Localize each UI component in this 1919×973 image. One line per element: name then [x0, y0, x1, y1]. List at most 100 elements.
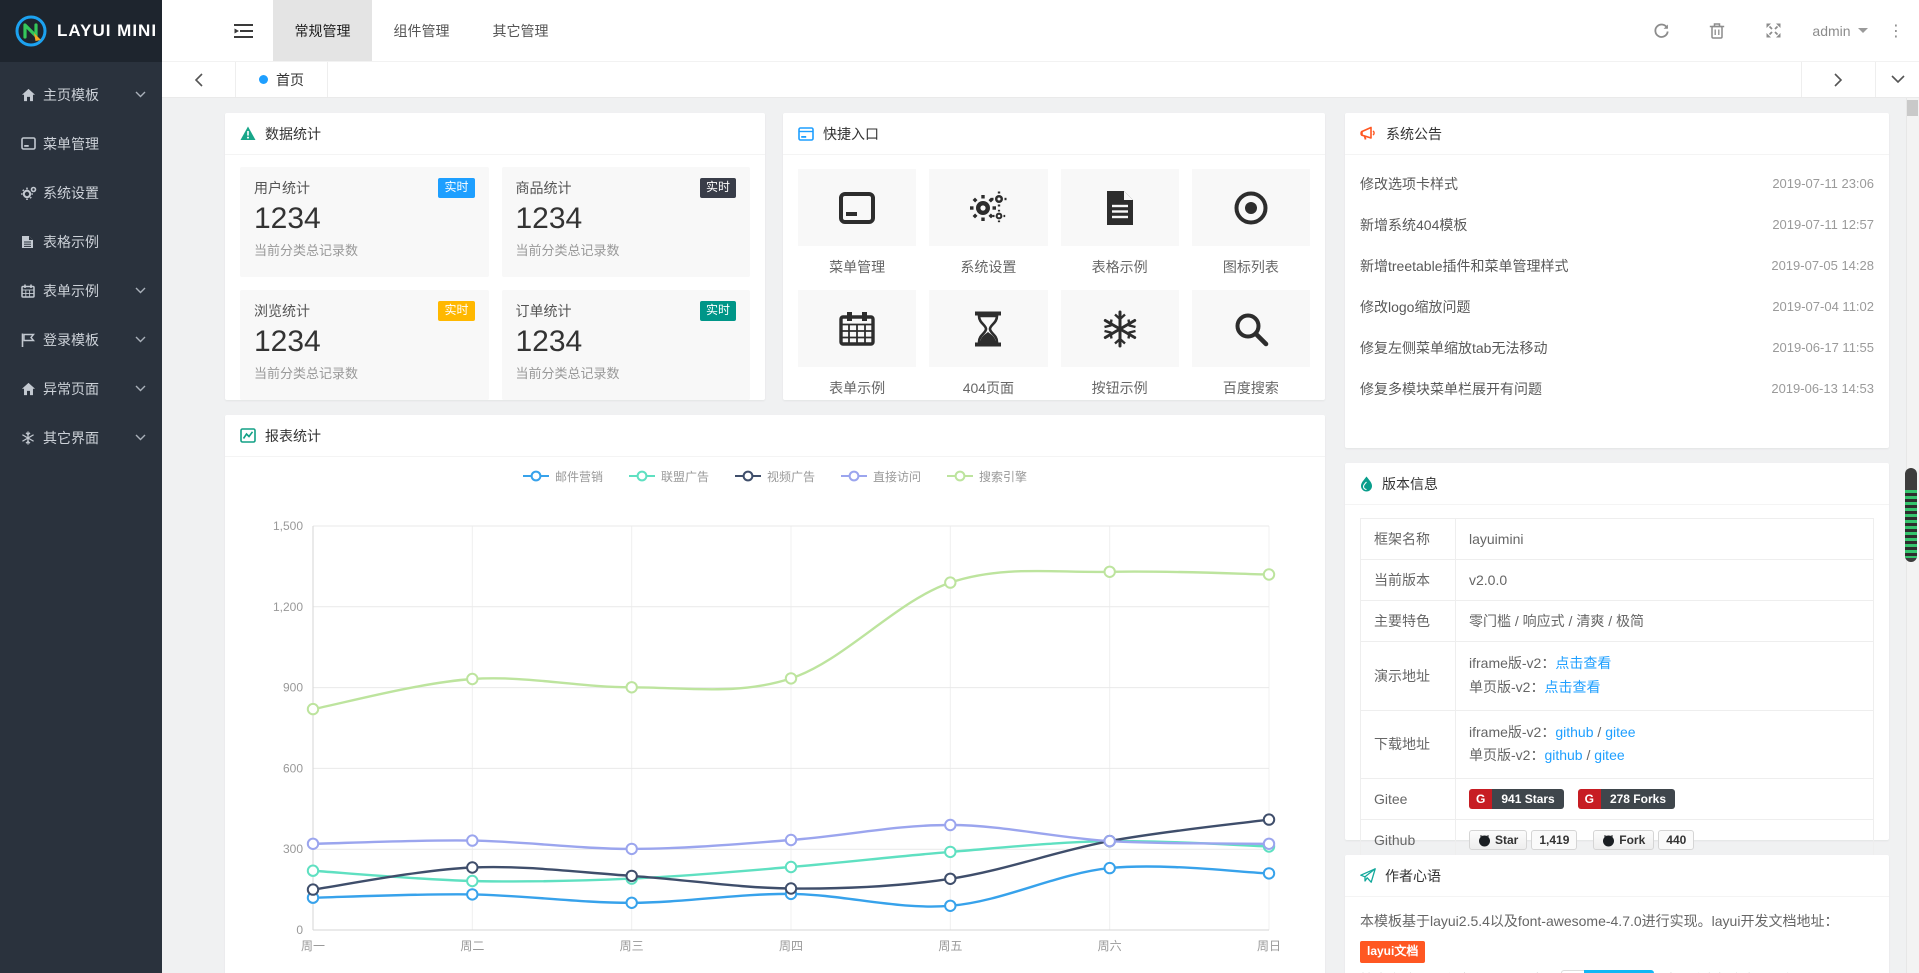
legend-item[interactable]: 视频广告 — [735, 468, 815, 485]
legend-item[interactable]: 搜索引擎 — [947, 468, 1027, 485]
panel-title: 作者心语 — [1385, 866, 1441, 886]
sidebar-menu: 主页模板 菜单管理 系统设置 表格示例 表单示例 登录模板 异常页面 — [0, 70, 162, 462]
trash-icon[interactable] — [1689, 22, 1745, 39]
refresh-icon[interactable] — [1633, 22, 1689, 39]
panel-version-info: 版本信息 框架名称 layuimini 当前版本 v2.0.0 主要特色 零门槛… — [1345, 463, 1889, 840]
demo-link[interactable]: 点击查看 — [1555, 655, 1611, 671]
fullscreen-icon[interactable] — [1745, 22, 1801, 39]
quick-tile-menu-management[interactable]: 菜单管理 — [798, 169, 916, 277]
chart-legend: 邮件营销 联盟广告 视频广告 直接访问 搜索引擎 — [225, 457, 1325, 495]
announcement-text: 修改选项卡样式 — [1360, 174, 1458, 194]
github-star-count[interactable]: 1,419 — [1531, 830, 1577, 850]
legend-marker — [523, 470, 549, 482]
legend-label: 视频广告 — [767, 468, 815, 485]
version-row-value: iframe版-v2：点击查看 单页版-v2：点击查看 — [1456, 642, 1874, 711]
tab-scroll-left-icon[interactable] — [162, 62, 236, 97]
svg-text:1,200: 1,200 — [273, 600, 303, 614]
more-icon[interactable]: ⋮ — [1879, 21, 1913, 41]
sidebar-item-form-example[interactable]: 表单示例 — [0, 266, 162, 315]
github-star-button[interactable]: Star — [1469, 830, 1527, 850]
scrollbar-thumb[interactable] — [1907, 100, 1918, 116]
quick-tile-table-example[interactable]: 表格示例 — [1061, 169, 1179, 277]
gitee-stars-badge[interactable]: G941 Stars — [1469, 789, 1564, 809]
announcement-item: 修改选项卡样式 2019-07-11 23:06 — [1360, 163, 1874, 204]
version-row-label: 演示地址 — [1361, 642, 1456, 711]
gitee-stars-count: 941 Stars — [1492, 789, 1563, 809]
quick-tile-icon-list[interactable]: 图标列表 — [1192, 169, 1310, 277]
download-prefix: 单页版-v2： — [1469, 747, 1544, 763]
svg-text:周五: 周五 — [938, 939, 962, 953]
legend-marker — [947, 470, 973, 482]
gitee-forks-count: 278 Forks — [1601, 789, 1675, 809]
stat-label: 订单统计 — [516, 301, 572, 321]
flag-icon — [21, 333, 43, 347]
tabs-spacer — [328, 62, 1801, 97]
quick-tile-baidu-search[interactable]: 百度搜索 — [1192, 290, 1310, 398]
sidebar-item-table-example[interactable]: 表格示例 — [0, 217, 162, 266]
logo-text: LAYUI MINI — [57, 21, 157, 41]
stat-label: 用户统计 — [254, 178, 310, 198]
sidebar-item-home-template[interactable]: 主页模板 — [0, 70, 162, 119]
tab-operations-dropdown-icon[interactable] — [1875, 62, 1919, 97]
version-row-value: v2.0.0 — [1456, 560, 1874, 601]
sidebar-item-login-template[interactable]: 登录模板 — [0, 315, 162, 364]
quick-tile-form-example[interactable]: 表单示例 — [798, 290, 916, 398]
stat-value: 1234 — [516, 201, 737, 237]
gitee-link[interactable]: gitee — [1605, 724, 1635, 740]
announcement-item: 新增treetable插件和菜单管理样式 2019-07-05 14:28 — [1360, 245, 1874, 286]
tab-other-management[interactable]: 其它管理 — [471, 0, 570, 61]
quick-tile-404-page[interactable]: 404页面 — [929, 290, 1047, 398]
quick-tile-system-settings[interactable]: 系统设置 — [929, 169, 1047, 277]
announcement-item: 修改logo缩放问题 2019-07-04 11:02 — [1360, 286, 1874, 327]
panel-system-announcements: 系统公告 修改选项卡样式 2019-07-11 23:06 新增系统404模板 … — [1345, 113, 1889, 448]
announcement-item: 修复多模块菜单栏展开有问题 2019-06-13 14:53 — [1360, 368, 1874, 409]
announcement-date: 2019-06-17 11:55 — [1772, 340, 1874, 355]
announcement-date: 2019-06-13 14:53 — [1771, 381, 1874, 396]
warning-triangle-icon — [240, 126, 256, 141]
panel-title: 报表统计 — [265, 426, 321, 446]
legend-item[interactable]: 联盟广告 — [629, 468, 709, 485]
github-link[interactable]: github — [1544, 747, 1582, 763]
layui-logo-icon — [14, 14, 48, 48]
quick-tile-button-example[interactable]: 按钮示例 — [1061, 290, 1179, 398]
sidebar-item-error-pages[interactable]: 异常页面 — [0, 364, 162, 413]
demo-link[interactable]: 点击查看 — [1544, 679, 1600, 695]
panel-header: 数据统计 — [225, 113, 765, 155]
sidebar-item-other-ui[interactable]: 其它界面 — [0, 413, 162, 462]
sidebar-item-system-settings[interactable]: 系统设置 — [0, 168, 162, 217]
gitee-forks-badge[interactable]: G278 Forks — [1578, 789, 1675, 809]
sidebar-item-label: 菜单管理 — [43, 134, 146, 154]
sidebar-item-menu-management[interactable]: 菜单管理 — [0, 119, 162, 168]
logo: LAYUI MINI — [0, 0, 162, 62]
active-tab-dot — [259, 75, 268, 84]
header-actions: admin ⋮ — [1633, 0, 1919, 61]
collapse-menu-icon[interactable] — [213, 0, 273, 61]
sidebar-item-label: 异常页面 — [43, 379, 135, 399]
stat-cards: 用户统计 实时 1234 当前分类总记录数 商品统计 实时 1234 当前分类总… — [225, 155, 765, 412]
panel-header: 版本信息 — [1345, 463, 1889, 505]
legend-item[interactable]: 直接访问 — [841, 468, 921, 485]
gitee-link[interactable]: gitee — [1594, 747, 1624, 763]
tab-general-management[interactable]: 常规管理 — [273, 0, 372, 61]
layui-doc-badge[interactable]: layui文档 — [1360, 941, 1425, 963]
github-link[interactable]: github — [1555, 724, 1593, 740]
github-fork-count[interactable]: 440 — [1658, 830, 1694, 850]
table-row: Gitee G941 Stars G278 Forks — [1361, 779, 1874, 820]
user-menu[interactable]: admin — [1801, 23, 1879, 39]
tab-scroll-right-icon[interactable] — [1801, 62, 1875, 97]
sidebar-item-label: 表单示例 — [43, 281, 135, 301]
panel-report-statistics: 报表统计 邮件营销 联盟广告 视频广告 直接访问 搜索引擎 周一周二周三周四周五… — [225, 415, 1325, 973]
panel-author-words: 作者心语 本模板基于layui2.5.4以及font-awesome-4.7.0… — [1345, 855, 1889, 973]
home-icon — [21, 382, 43, 396]
stat-card-orders: 订单统计 实时 1234 当前分类总记录数 — [502, 290, 751, 400]
tab-home[interactable]: 首页 — [236, 62, 328, 97]
announcement-item: 新增系统404模板 2019-07-11 12:57 — [1360, 204, 1874, 245]
github-fork-button[interactable]: Fork — [1593, 830, 1654, 850]
stat-desc: 当前分类总记录数 — [516, 240, 737, 259]
scrollbar-green-thumb[interactable] — [1905, 468, 1917, 562]
octocat-icon — [1478, 834, 1491, 847]
legend-label: 联盟广告 — [661, 468, 709, 485]
legend-item[interactable]: 邮件营销 — [523, 468, 603, 485]
tab-component-management[interactable]: 组件管理 — [372, 0, 471, 61]
legend-label: 搜索引擎 — [979, 468, 1027, 485]
